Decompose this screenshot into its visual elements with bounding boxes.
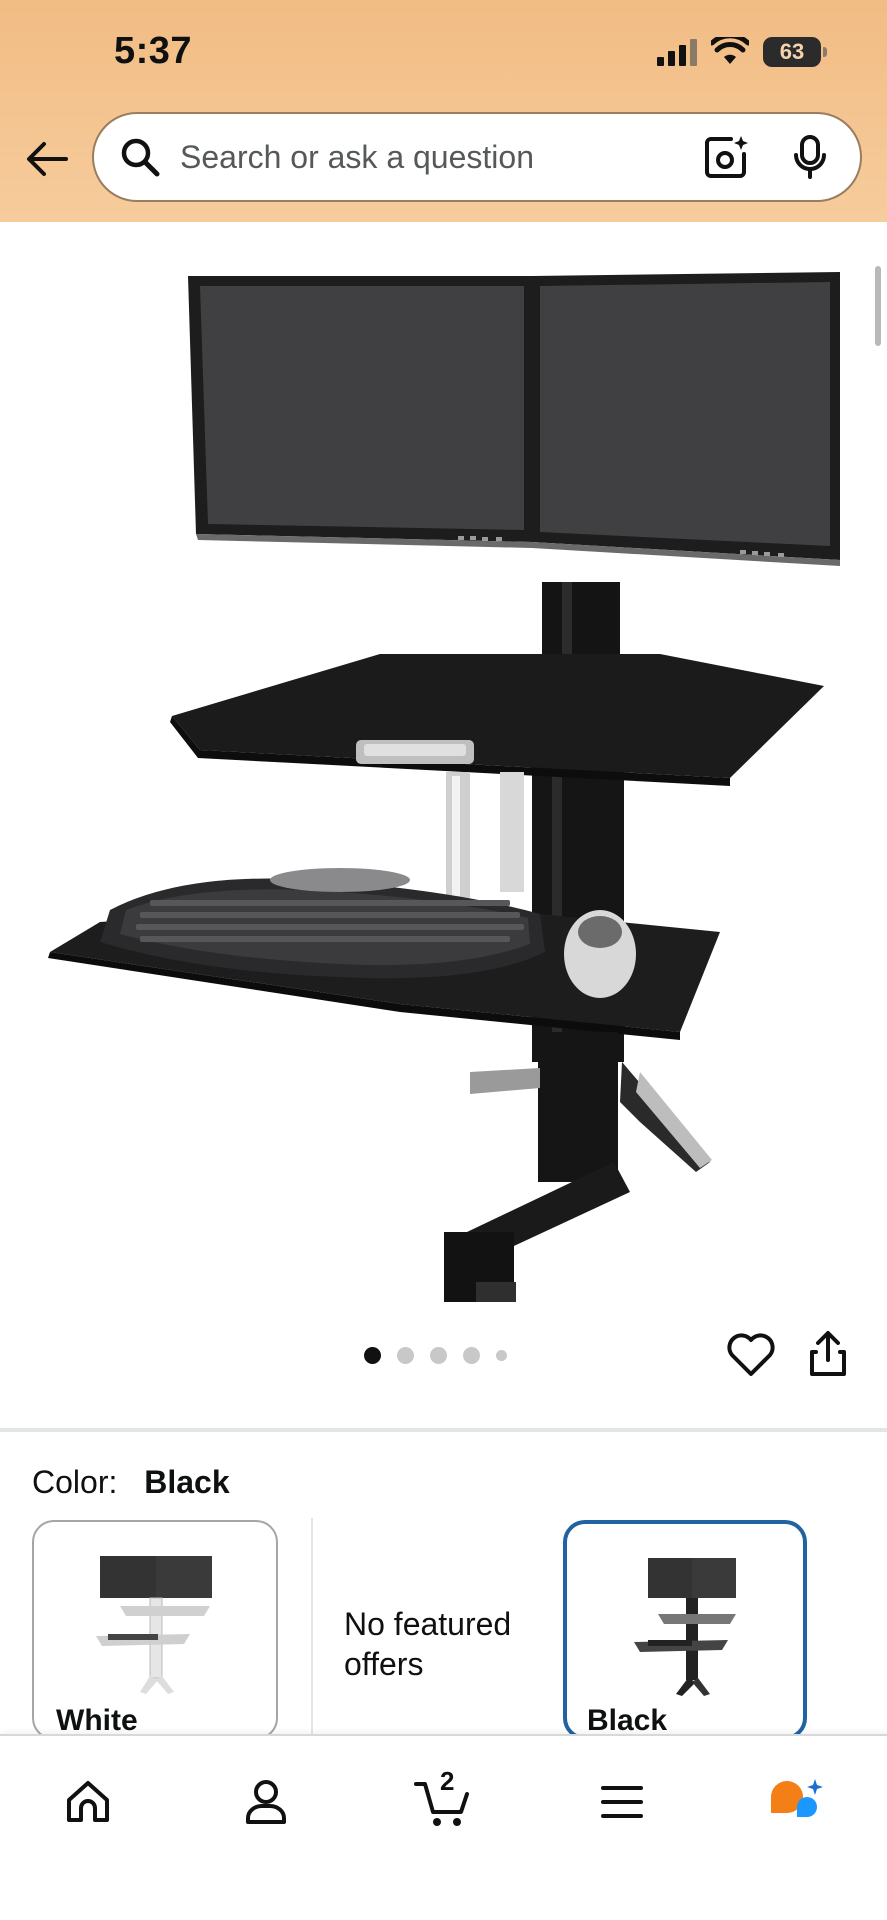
product-image[interactable] (40, 242, 840, 1302)
nav-menu[interactable] (590, 1770, 654, 1834)
image-scrollbar[interactable] (875, 266, 881, 346)
no-featured-offers-text: No featured offers (344, 1606, 512, 1682)
share-icon (810, 1331, 846, 1376)
image-pagination[interactable] (364, 1347, 507, 1364)
product-gallery[interactable] (0, 222, 887, 1422)
color-label: Color: (32, 1464, 118, 1500)
page-dot-3[interactable] (430, 1347, 447, 1364)
heart-icon (727, 1333, 775, 1376)
color-option-black-label: Black (587, 1704, 668, 1737)
color-option-white[interactable]: White (32, 1520, 278, 1740)
page-dot-4[interactable] (463, 1347, 480, 1364)
camera-lens-button[interactable] (702, 133, 750, 181)
account-icon (246, 1780, 286, 1824)
back-button[interactable] (22, 134, 72, 184)
status-icons: 63 (657, 34, 827, 70)
color-option-black[interactable]: Black (563, 1520, 807, 1740)
nav-account[interactable] (234, 1770, 298, 1834)
search-bar[interactable] (92, 112, 862, 202)
nav-cart[interactable]: 2 (410, 1766, 474, 1834)
menu-icon (601, 1786, 643, 1818)
color-option-white-label: White (56, 1704, 138, 1737)
option-separator (311, 1518, 313, 1734)
home-icon (67, 1781, 109, 1822)
top-header: 5:37 63 (0, 0, 887, 222)
status-time: 5:37 (114, 30, 193, 72)
microphone-icon (794, 135, 826, 179)
bottom-navigation: 2 (0, 1734, 887, 1920)
back-arrow-icon (27, 142, 68, 176)
rufus-icon (771, 1779, 823, 1817)
search-icon (121, 138, 160, 177)
page-dot-5[interactable] (496, 1350, 507, 1361)
cellular-signal-icon (657, 38, 697, 66)
wishlist-button[interactable] (726, 1332, 776, 1382)
white-variant-thumbnail (96, 1556, 212, 1694)
battery-icon: 63 (763, 37, 827, 67)
cart-count-badge: 2 (440, 1766, 455, 1796)
color-selector-heading: Color: Black (32, 1464, 230, 1501)
microphone-button[interactable] (786, 133, 834, 181)
nav-rufus-assistant[interactable] (764, 1770, 828, 1834)
black-variant-thumbnail (634, 1558, 736, 1696)
battery-level: 63 (779, 39, 805, 64)
selected-color: Black (144, 1464, 230, 1500)
share-button[interactable] (808, 1330, 856, 1382)
nav-home[interactable] (56, 1770, 120, 1834)
page-dot-1[interactable] (364, 1347, 381, 1364)
wifi-icon (711, 37, 749, 64)
search-input[interactable] (180, 138, 702, 176)
section-divider (0, 1428, 887, 1432)
page-dot-2[interactable] (397, 1347, 414, 1364)
camera-lens-icon (705, 136, 748, 178)
